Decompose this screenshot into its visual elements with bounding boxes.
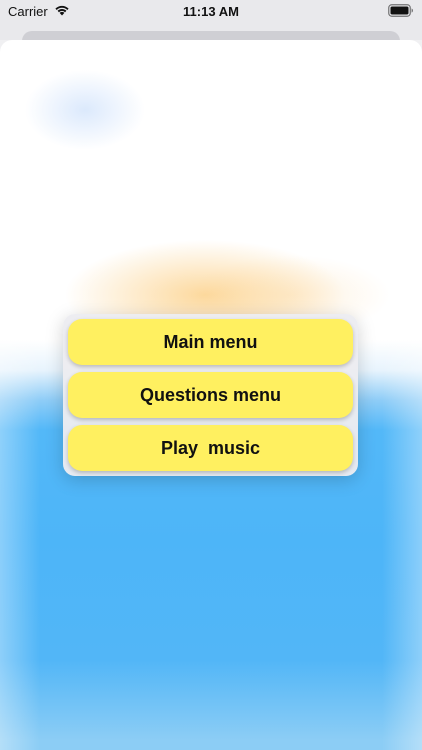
- battery-icon: [388, 4, 414, 20]
- questions-menu-button[interactable]: Questions menu: [68, 372, 353, 418]
- play-music-button[interactable]: Play music: [68, 425, 353, 471]
- status-bar: Carrier 11:13 AM: [0, 0, 422, 24]
- context-menu: Main menu Questions menu Play music: [63, 314, 358, 476]
- status-right: [388, 4, 414, 20]
- status-time: 11:13 AM: [183, 4, 239, 19]
- main-menu-button[interactable]: Main menu: [68, 319, 353, 365]
- app-screen: Carrier 11:13 AM Main menu Questions men…: [0, 0, 422, 750]
